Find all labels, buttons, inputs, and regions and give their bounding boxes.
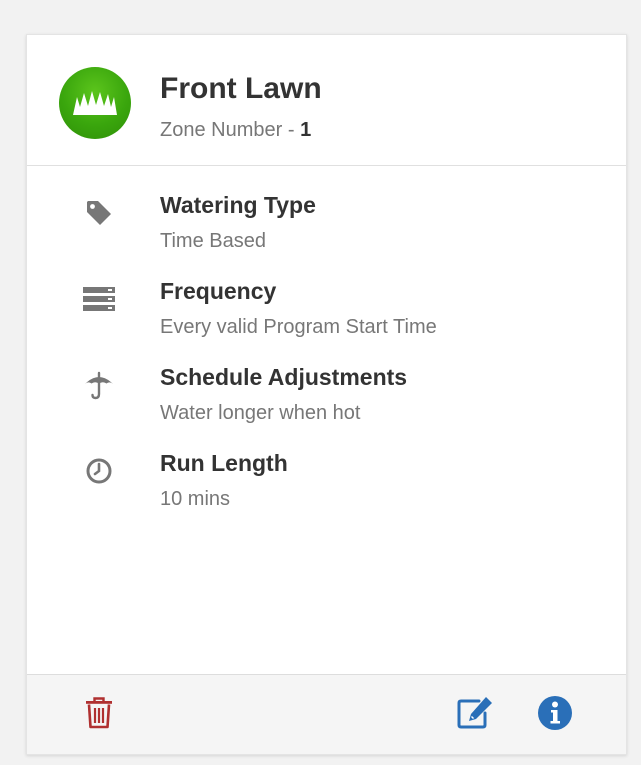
detail-value: Every valid Program Start Time xyxy=(160,316,437,338)
info-button[interactable] xyxy=(535,693,575,733)
zone-name: Front Lawn xyxy=(160,72,322,105)
detail-label: Run Length xyxy=(160,450,288,476)
trash-icon xyxy=(86,697,112,729)
zone-number-value: 1 xyxy=(300,119,312,141)
detail-value: 10 mins xyxy=(160,488,231,510)
zone-card-header: Front Lawn Zone Number - 1 xyxy=(27,35,626,166)
detail-label: Schedule Adjustments xyxy=(160,364,408,390)
detail-value: Time Based xyxy=(160,230,266,252)
server-stack-icon xyxy=(79,279,119,319)
detail-run-length: Run Length 10 mins xyxy=(27,449,626,519)
zone-number: Zone Number - 1 xyxy=(160,118,311,142)
grass-icon xyxy=(59,67,131,139)
zone-number-label: Zone Number - xyxy=(160,119,295,141)
info-circle-icon xyxy=(538,696,572,730)
detail-watering-type: Watering Type Time Based xyxy=(27,191,626,261)
detail-value: Water longer when hot xyxy=(160,402,361,424)
umbrella-icon xyxy=(79,365,119,405)
edit-icon xyxy=(457,697,492,729)
detail-label: Watering Type xyxy=(160,192,316,218)
detail-schedule-adjustments: Schedule Adjustments Water longer when h… xyxy=(27,363,626,433)
clock-icon xyxy=(79,451,119,491)
detail-label: Frequency xyxy=(160,278,277,304)
zone-card: Front Lawn Zone Number - 1 Watering Type… xyxy=(26,34,627,755)
zone-card-footer xyxy=(27,674,626,754)
edit-button[interactable] xyxy=(455,693,495,733)
delete-button[interactable] xyxy=(79,693,119,733)
detail-frequency: Frequency Every valid Program Start Time xyxy=(27,277,626,347)
tag-icon xyxy=(79,193,119,233)
